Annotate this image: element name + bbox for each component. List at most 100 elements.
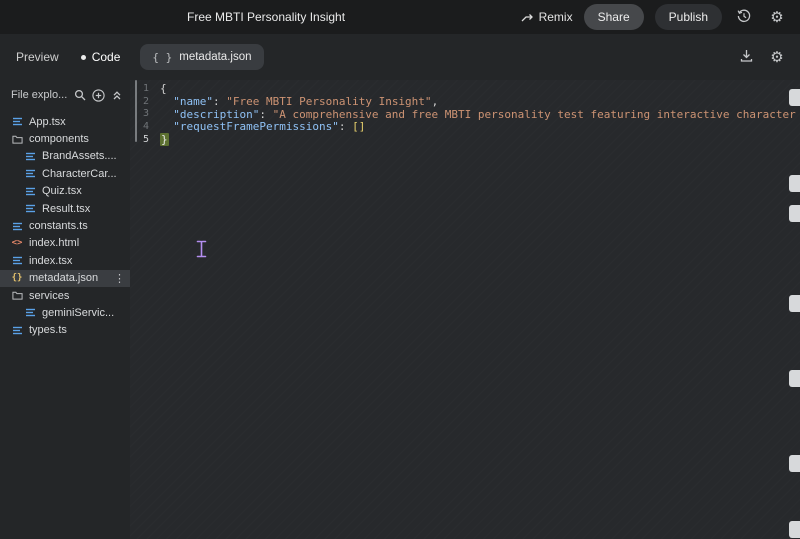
app-header: Free MBTI Personality Insight Remix Shar… (0, 0, 800, 34)
file-item-result-tsx[interactable]: Result.tsx (0, 200, 130, 217)
gear-icon: ⚙ (770, 50, 783, 65)
line-number: 4 (130, 121, 149, 132)
code-token: "requestFramePermissions" (173, 120, 339, 133)
file-label: CharacterCar... (42, 168, 117, 180)
file-item-components[interactable]: components (0, 130, 130, 147)
typescript-file-icon (24, 151, 36, 162)
search-icon[interactable] (74, 89, 86, 101)
tab-code-label: Code (92, 50, 121, 64)
file-explorer-title: File explo... (11, 89, 68, 101)
edge-scroll-fragment (789, 205, 800, 222)
file-label: BrandAssets.... (42, 150, 117, 162)
code-token: [] (352, 120, 365, 133)
editor-toolbar: Preview Code { } metadata.json ⚙ (0, 34, 800, 80)
file-item-index-tsx[interactable]: index.tsx (0, 252, 130, 269)
history-icon (736, 8, 752, 27)
code-line-4[interactable]: 4 "requestFramePermissions": [] (130, 120, 800, 133)
folder-icon (11, 290, 23, 301)
json-file-icon: {} (11, 273, 23, 283)
header-actions: Remix Share Publish ⚙ (520, 4, 800, 30)
toolbar-actions: ⚙ (735, 46, 800, 68)
tab-preview[interactable]: Preview (16, 50, 59, 64)
code-token (160, 120, 173, 133)
remix-button[interactable]: Remix (520, 10, 573, 24)
tab-code[interactable]: Code (81, 50, 121, 64)
code-token: "name" (173, 95, 213, 108)
typescript-file-icon (11, 255, 23, 266)
code-text: "description": "A comprehensive and free… (160, 108, 800, 121)
file-item-metadata-json[interactable]: {} metadata.json ⋮ (0, 270, 130, 287)
code-token: "A comprehensive and free MBTI personali… (273, 108, 800, 121)
remix-icon (520, 10, 534, 24)
code-editor[interactable]: 1{2 "name": "Free MBTI Personality Insig… (130, 80, 800, 539)
file-label: App.tsx (29, 116, 66, 128)
edge-scroll-fragment (789, 370, 800, 387)
share-button[interactable]: Share (584, 4, 644, 30)
text-cursor-pointer-icon (196, 240, 207, 263)
file-item-quiz-tsx[interactable]: Quiz.tsx (0, 183, 130, 200)
file-explorer: File explo... App.tsx components BrandAsse… (0, 80, 130, 539)
code-token: , (432, 95, 439, 108)
file-label: geminiServic... (42, 307, 114, 319)
typescript-file-icon (11, 221, 23, 232)
line-number: 1 (130, 83, 149, 94)
file-label: metadata.json (29, 272, 98, 284)
file-explorer-header: File explo... (0, 83, 130, 107)
code-lines: 1{2 "name": "Free MBTI Personality Insig… (130, 82, 800, 146)
download-icon (739, 48, 754, 66)
file-label: index.html (29, 237, 79, 249)
app-title: Free MBTI Personality Insight (187, 10, 345, 24)
file-item-geminiservic[interactable]: geminiServic... (0, 304, 130, 321)
code-token: : (213, 95, 226, 108)
typescript-file-icon (24, 168, 36, 179)
code-token: "description" (173, 108, 259, 121)
settings-button[interactable]: ⚙ (766, 6, 788, 28)
file-item-index-html[interactable]: <>index.html (0, 235, 130, 252)
code-token: { (160, 82, 167, 95)
file-item-brandassets[interactable]: BrandAssets.... (0, 148, 130, 165)
file-label: types.ts (29, 324, 67, 336)
code-text: { (160, 82, 167, 95)
line-number: 2 (130, 96, 149, 107)
file-label: services (29, 290, 69, 302)
code-line-2[interactable]: 2 "name": "Free MBTI Personality Insight… (130, 95, 800, 108)
file-label: index.tsx (29, 255, 72, 267)
open-file-name: metadata.json (179, 51, 251, 63)
edge-scroll-fragment (789, 295, 800, 312)
file-label: Quiz.tsx (42, 185, 82, 197)
file-label: constants.ts (29, 220, 88, 232)
file-item-types-ts[interactable]: types.ts (0, 322, 130, 339)
code-line-1[interactable]: 1{ (130, 82, 800, 95)
edge-scroll-fragment (789, 89, 800, 106)
active-tab-dot-icon (81, 55, 86, 60)
typescript-file-icon (11, 116, 23, 127)
collapse-all-icon[interactable] (111, 89, 123, 101)
file-item-constants-ts[interactable]: constants.ts (0, 217, 130, 234)
file-tree: App.tsx components BrandAssets.... Characte… (0, 113, 130, 339)
typescript-file-icon (24, 307, 36, 318)
edge-scroll-fragment (789, 455, 800, 472)
typescript-file-icon (24, 186, 36, 197)
code-text: } (160, 133, 169, 146)
code-settings-button[interactable]: ⚙ (766, 46, 788, 68)
history-button[interactable] (733, 6, 755, 28)
code-token (160, 95, 173, 108)
code-token: : (259, 108, 272, 121)
typescript-file-icon (24, 203, 36, 214)
code-token: "Free MBTI Personality Insight" (226, 95, 431, 108)
download-button[interactable] (735, 46, 757, 68)
code-token (160, 108, 173, 121)
file-item-charactercar[interactable]: CharacterCar... (0, 165, 130, 182)
code-line-5[interactable]: 5} (130, 133, 800, 146)
publish-button[interactable]: Publish (655, 4, 722, 30)
edge-scroll-fragment (789, 521, 800, 538)
code-line-3[interactable]: 3 "description": "A comprehensive and fr… (130, 108, 800, 121)
file-menu-kebab-icon[interactable]: ⋮ (114, 272, 125, 285)
file-item-app-tsx[interactable]: App.tsx (0, 113, 130, 130)
add-file-icon[interactable] (92, 89, 105, 102)
line-number: 5 (130, 134, 149, 145)
remix-label: Remix (539, 10, 573, 24)
file-item-services[interactable]: services (0, 287, 130, 304)
line-number: 3 (130, 108, 149, 119)
open-file-tab[interactable]: { } metadata.json (140, 44, 263, 70)
